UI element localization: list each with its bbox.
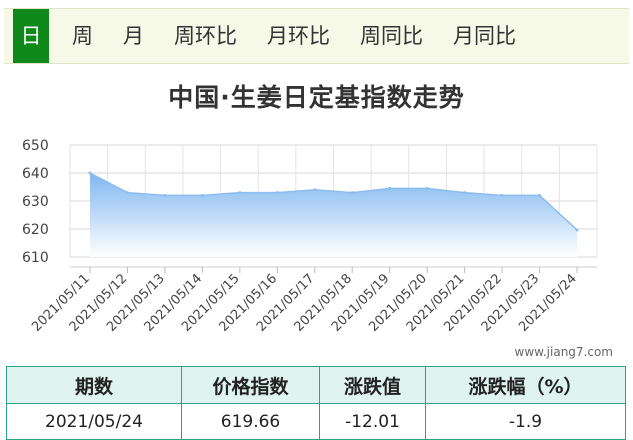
y-tick-label: 640 bbox=[22, 166, 49, 182]
cell-change-percent: -1.9 bbox=[425, 403, 626, 440]
y-tick-label: 650 bbox=[22, 138, 49, 154]
data-point bbox=[313, 188, 317, 192]
header-change-percent: 涨跌幅（%） bbox=[425, 366, 626, 404]
header-period: 期数 bbox=[6, 366, 182, 404]
header-price-index: 价格指数 bbox=[181, 366, 320, 404]
data-point bbox=[88, 171, 92, 175]
data-point bbox=[575, 228, 579, 232]
data-point bbox=[350, 191, 354, 195]
y-tick-label: 630 bbox=[22, 194, 49, 210]
table-header-row: 期数 价格指数 涨跌值 涨跌幅（%） bbox=[6, 366, 626, 404]
data-point bbox=[538, 193, 542, 197]
data-point bbox=[463, 191, 467, 195]
data-point bbox=[163, 193, 167, 197]
table-row: 2021/05/24 619.66 -12.01 -1.9 bbox=[6, 403, 626, 440]
cell-price-index: 619.66 bbox=[181, 403, 320, 440]
data-point bbox=[388, 186, 392, 190]
y-tick-label: 610 bbox=[22, 250, 49, 266]
cell-change-value: -12.01 bbox=[319, 403, 426, 440]
y-tick-label: 620 bbox=[22, 222, 49, 238]
cell-period: 2021/05/24 bbox=[6, 403, 182, 440]
header-change-value: 涨跌值 bbox=[319, 366, 426, 404]
data-point bbox=[500, 193, 504, 197]
data-point bbox=[275, 191, 279, 195]
data-point bbox=[125, 191, 129, 195]
data-point bbox=[200, 193, 204, 197]
data-point bbox=[425, 186, 429, 190]
watermark: www.jiang7.com bbox=[514, 345, 613, 359]
data-point bbox=[238, 191, 242, 195]
index-summary-table: 期数 价格指数 涨跌值 涨跌幅（%） 2021/05/24 619.66 -12… bbox=[6, 366, 626, 440]
